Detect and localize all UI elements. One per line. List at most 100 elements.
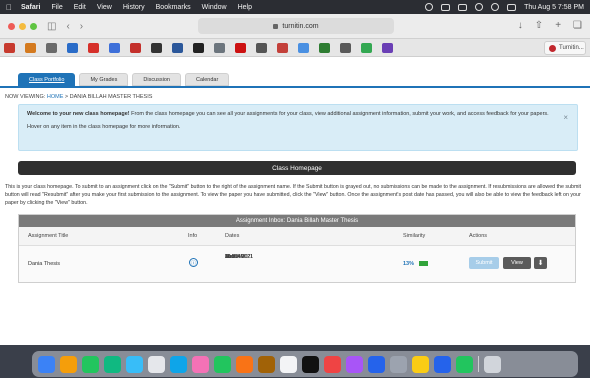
favorite-icon[interactable] bbox=[382, 42, 393, 53]
tab-my-grades[interactable]: My Grades bbox=[79, 73, 129, 86]
dock-app-icon[interactable] bbox=[280, 355, 297, 373]
tab-class-portfolio[interactable]: Class Portfolio bbox=[18, 73, 76, 86]
dock-app-icon[interactable] bbox=[434, 355, 451, 373]
breadcrumb-separator: > bbox=[64, 94, 69, 100]
welcome-heading: Welcome to your new class homepage! bbox=[27, 111, 130, 117]
favorite-icon[interactable] bbox=[214, 42, 225, 53]
minimize-window-icon[interactable] bbox=[19, 22, 26, 30]
dock-app-icon[interactable] bbox=[390, 355, 407, 373]
favorite-icon[interactable] bbox=[46, 42, 57, 53]
favorite-icon[interactable] bbox=[256, 42, 267, 53]
page-content: Class Portfolio My Grades Discussion Cal… bbox=[0, 57, 590, 345]
favorite-icon[interactable] bbox=[172, 42, 183, 53]
dock-app-icon[interactable] bbox=[170, 355, 187, 373]
dock-app-icon[interactable] bbox=[104, 355, 121, 373]
menu-bookmarks[interactable]: Bookmarks bbox=[156, 4, 191, 11]
record-icon[interactable] bbox=[425, 3, 434, 11]
dock-app-icon[interactable] bbox=[368, 355, 385, 373]
dock-app-icon[interactable] bbox=[82, 355, 99, 373]
tab-calendar[interactable]: Calendar bbox=[184, 73, 230, 86]
favorite-icon[interactable] bbox=[193, 42, 204, 53]
menu-edit[interactable]: Edit bbox=[74, 4, 86, 11]
assignment-title: Dania Thesis bbox=[28, 261, 60, 267]
breadcrumb: NOW VIEWING: HOME > DANIA BILLAH MASTER … bbox=[5, 94, 152, 100]
dock-app-icon[interactable] bbox=[324, 355, 341, 373]
address-url: turnitin.com bbox=[282, 22, 319, 30]
control-center-icon[interactable] bbox=[507, 3, 517, 11]
welcome-message: Welcome to your new class homepage! From… bbox=[18, 104, 578, 151]
share-icon[interactable]: ⇧ bbox=[535, 20, 543, 31]
browser-tab-label: Turnitin... bbox=[559, 45, 584, 51]
column-header-actions: Actions bbox=[469, 233, 488, 239]
dock-app-icon[interactable] bbox=[126, 355, 143, 373]
dock-app-icon[interactable] bbox=[214, 355, 231, 373]
close-icon[interactable]: × bbox=[563, 112, 568, 124]
dock-app-icon[interactable] bbox=[258, 355, 275, 373]
tab-discussion[interactable]: Discussion bbox=[132, 73, 181, 86]
view-button[interactable]: View bbox=[503, 257, 531, 269]
menu-help[interactable]: Help bbox=[238, 4, 252, 11]
favorite-icon[interactable] bbox=[4, 42, 15, 53]
back-icon[interactable]: ‹ bbox=[66, 21, 69, 32]
spotlight-icon[interactable] bbox=[491, 3, 500, 11]
similarity-score[interactable]: 13% bbox=[403, 261, 414, 267]
column-header-similarity: Similarity bbox=[403, 233, 426, 239]
homepage-description: This is your class homepage. To submit t… bbox=[5, 184, 582, 206]
favorite-icon[interactable] bbox=[25, 42, 36, 53]
submit-button[interactable]: Submit bbox=[469, 257, 499, 269]
window-controls bbox=[8, 22, 37, 30]
favorite-icon[interactable] bbox=[88, 42, 99, 53]
breadcrumb-home-link[interactable]: HOME bbox=[47, 94, 64, 100]
dock-app-icon[interactable] bbox=[38, 355, 55, 373]
dock-app-icon[interactable] bbox=[302, 355, 319, 373]
dock-app-icon[interactable] bbox=[148, 355, 165, 373]
favorite-icon[interactable] bbox=[340, 42, 351, 53]
breadcrumb-current: DANIA BILLAH MASTER THESIS bbox=[69, 94, 153, 100]
favorite-icon[interactable] bbox=[109, 42, 120, 53]
browser-tab-turnitin[interactable]: Turnitin... bbox=[544, 41, 586, 55]
menu-window[interactable]: Window bbox=[202, 4, 227, 11]
dock-app-icon[interactable] bbox=[192, 355, 209, 373]
tab-overview-icon[interactable]: ❏ bbox=[573, 20, 582, 31]
favorite-icon[interactable] bbox=[235, 42, 246, 53]
dock-app-icon[interactable] bbox=[60, 355, 77, 373]
welcome-hover-hint: Hover on any item in the class homepage … bbox=[27, 123, 181, 130]
menu-history[interactable]: History bbox=[123, 4, 145, 11]
status-area: Thu Aug 5 7:58 PM bbox=[425, 3, 584, 11]
tab-underline bbox=[0, 86, 590, 88]
download-icon[interactable]: ⬇ bbox=[534, 257, 547, 269]
favorite-icon[interactable] bbox=[151, 42, 162, 53]
favorite-icon[interactable] bbox=[298, 42, 309, 53]
new-tab-icon[interactable]: + bbox=[555, 20, 561, 31]
sidebar-toggle-icon[interactable]: ◫ bbox=[47, 21, 56, 32]
dock-app-icon[interactable] bbox=[412, 355, 429, 373]
favorite-icon[interactable] bbox=[67, 42, 78, 53]
menu-view[interactable]: View bbox=[97, 4, 112, 11]
trash-icon[interactable] bbox=[484, 355, 501, 373]
favorite-icon[interactable] bbox=[361, 42, 372, 53]
favorite-icon[interactable] bbox=[130, 42, 141, 53]
apple-icon[interactable]:  bbox=[6, 3, 12, 12]
favorite-icon[interactable] bbox=[319, 42, 330, 53]
similarity-bar[interactable] bbox=[419, 261, 428, 266]
wifi-icon[interactable] bbox=[475, 3, 484, 11]
assignment-table-header: Assignment Title Info Dates Similarity A… bbox=[19, 227, 575, 246]
dock-app-icon[interactable] bbox=[236, 355, 253, 373]
menu-clock[interactable]: Thu Aug 5 7:58 PM bbox=[524, 4, 584, 11]
battery-icon[interactable] bbox=[458, 3, 468, 11]
keyboard-icon[interactable] bbox=[441, 3, 451, 11]
welcome-text: From the class homepage you can see all … bbox=[129, 111, 549, 117]
info-icon[interactable]: ⓘ bbox=[189, 258, 198, 267]
menu-file[interactable]: File bbox=[51, 4, 62, 11]
favorites-bar: Turnitin... bbox=[0, 39, 590, 57]
dock-app-icon[interactable] bbox=[346, 355, 363, 373]
menu-app-name[interactable]: Safari bbox=[21, 4, 40, 11]
address-bar[interactable]: turnitin.com bbox=[198, 18, 394, 34]
close-window-icon[interactable] bbox=[8, 22, 15, 30]
downloads-icon[interactable]: ↓ bbox=[518, 20, 523, 31]
table-row: Dania Thesis ⓘ Start 11-Jun-2021 10:38AM… bbox=[19, 246, 575, 282]
forward-icon[interactable]: › bbox=[80, 21, 83, 32]
zoom-window-icon[interactable] bbox=[30, 22, 37, 30]
favorite-icon[interactable] bbox=[277, 42, 288, 53]
dock-app-icon[interactable] bbox=[456, 355, 473, 373]
